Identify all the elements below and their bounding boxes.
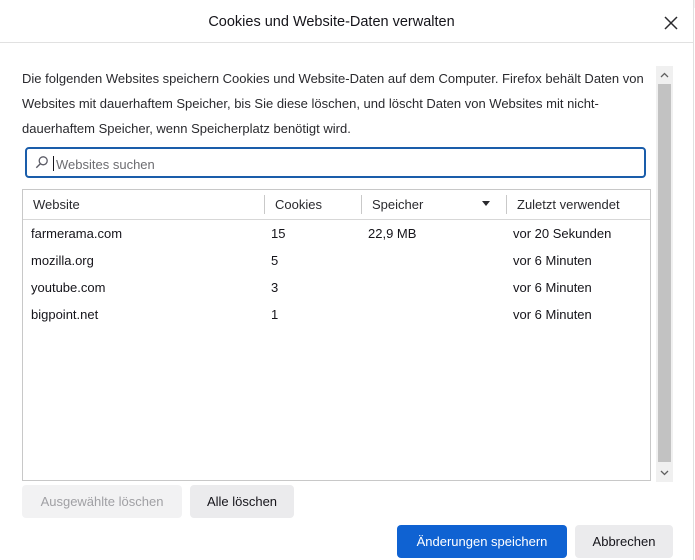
column-header-cookies[interactable]: Cookies (265, 190, 361, 219)
last-used-cell: vor 6 Minuten (513, 307, 592, 322)
close-button[interactable] (658, 10, 684, 36)
site-cell: bigpoint.net (31, 307, 99, 322)
sites-table: Website Cookies Speicher Zuletzt verwend… (22, 189, 651, 481)
remove-all-button[interactable]: Alle löschen (190, 485, 294, 518)
scrollbar-thumb[interactable] (658, 84, 671, 462)
sort-descending-icon (482, 201, 490, 206)
cookies-cell: 5 (271, 253, 279, 268)
close-icon (664, 16, 678, 30)
chevron-down-icon (660, 470, 669, 475)
site-cell: farmerama.com (31, 226, 123, 241)
cancel-button[interactable]: Abbrechen (575, 525, 673, 558)
table-row[interactable]: farmerama.com 15 22,9 MB vor 20 Sekunden (23, 220, 650, 247)
cookies-cell: 3 (271, 280, 279, 295)
dialog-titlebar: Cookies und Website-Daten verwalten (0, 0, 693, 43)
last-used-cell: vor 6 Minuten (513, 253, 592, 268)
site-cell: youtube.com (31, 280, 106, 295)
last-used-cell: vor 20 Sekunden (513, 226, 612, 241)
save-changes-button[interactable]: Änderungen speichern (397, 525, 567, 558)
chevron-up-icon (660, 72, 669, 77)
search-icon (35, 156, 48, 169)
dialog-description: Die folgenden Websites speichern Cookies… (22, 71, 644, 136)
table-row[interactable]: mozilla.org 5 vor 6 Minuten (23, 247, 650, 274)
dialog-title: Cookies und Website-Daten verwalten (208, 14, 455, 30)
site-cell: mozilla.org (31, 253, 94, 268)
last-used-cell: vor 6 Minuten (513, 280, 592, 295)
cookie-manager-dialog: Cookies und Website-Daten verwalten Die … (0, 0, 694, 560)
table-row[interactable]: bigpoint.net 1 vor 6 Minuten (23, 301, 650, 328)
search-input[interactable] (54, 152, 638, 176)
remove-selected-button[interactable]: Ausgewählte löschen (22, 485, 182, 518)
table-header: Website Cookies Speicher Zuletzt verwend… (23, 190, 650, 220)
search-box[interactable] (25, 147, 646, 178)
dialog-scrollbar[interactable] (656, 66, 673, 482)
cookies-cell: 15 (271, 226, 286, 241)
cookies-cell: 1 (271, 307, 279, 322)
table-row[interactable]: youtube.com 3 vor 6 Minuten (23, 274, 650, 301)
column-header-website[interactable]: Website (23, 190, 264, 219)
scroll-up-button[interactable] (656, 66, 673, 83)
scroll-down-button[interactable] (656, 464, 673, 481)
storage-cell: 22,9 MB (368, 226, 417, 241)
column-header-last-used[interactable]: Zuletzt verwendet (507, 190, 650, 219)
